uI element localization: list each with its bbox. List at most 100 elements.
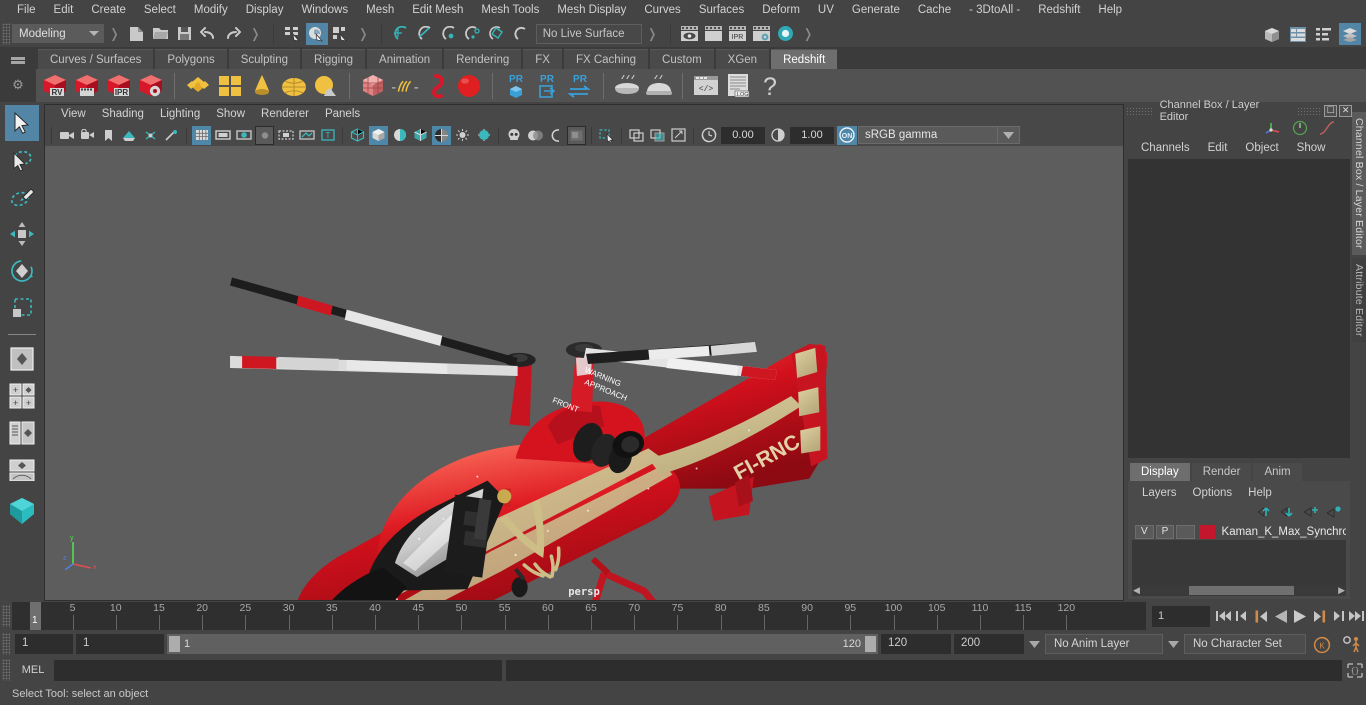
redshift-light-cone-icon[interactable] (247, 71, 277, 101)
redshift-bake-1-icon[interactable] (612, 71, 642, 101)
select-by-hierarchy-icon[interactable] (282, 23, 304, 45)
menu-surfaces[interactable]: Surfaces (690, 0, 753, 20)
redshift-hair-icon[interactable] (390, 71, 420, 101)
color-transform-field[interactable]: sRGB gamma (858, 126, 998, 144)
camera-attributes-icon[interactable] (78, 126, 97, 145)
textured-icon[interactable] (432, 125, 451, 145)
redshift-bake-2-icon[interactable] (644, 71, 674, 101)
snap-to-point-icon[interactable] (438, 23, 460, 45)
snap-to-curve-icon[interactable] (414, 23, 436, 45)
display-layer-list[interactable]: V P Kaman_K_Max_Synchro (1132, 523, 1346, 585)
script-editor-icon[interactable]: {} (1344, 660, 1366, 681)
menu-curves[interactable]: Curves (635, 0, 689, 20)
shelf-tab-curves-surfaces[interactable]: Curves / Surfaces (38, 49, 154, 69)
new-scene-icon[interactable] (126, 23, 148, 45)
redshift-sphere-icon[interactable] (454, 71, 484, 101)
time-slider-grip[interactable] (2, 605, 10, 627)
display-layer-row[interactable]: V P Kaman_K_Max_Synchro (1132, 523, 1346, 540)
render-current-frame-icon[interactable] (703, 23, 725, 45)
viewport-menu-show[interactable]: Show (208, 105, 253, 124)
viewport-menu-view[interactable]: View (53, 105, 94, 124)
exposure-icon[interactable] (699, 126, 718, 145)
render-settings-icon[interactable] (751, 23, 773, 45)
redshift-script-editor-icon[interactable]: </> (691, 71, 721, 101)
color-management-icon[interactable]: ON (837, 125, 857, 145)
shelf-tab-rigging[interactable]: Rigging (302, 49, 366, 69)
redshift-proxy-icon[interactable] (358, 71, 388, 101)
undo-icon[interactable] (198, 23, 220, 45)
menu-file[interactable]: File (8, 0, 45, 20)
toggle-icon[interactable] (775, 23, 797, 45)
menu-uv[interactable]: UV (809, 0, 843, 20)
bookmark-icon[interactable] (99, 126, 118, 145)
menu-help[interactable]: Help (1089, 0, 1131, 20)
shelf-tab-sculpting[interactable]: Sculpting (228, 49, 301, 69)
camera-icon[interactable] (57, 126, 76, 145)
redshift-render-view-icon[interactable]: RV (40, 71, 70, 101)
play-forwards-icon[interactable] (1291, 607, 1308, 625)
menu-modify[interactable]: Modify (185, 0, 237, 20)
menu-cache[interactable]: Cache (909, 0, 960, 20)
menu-3dtoall[interactable]: - 3DtoAll - (960, 0, 1029, 20)
viewport-menu-shading[interactable]: Shading (94, 105, 152, 124)
redshift-volume-icon[interactable] (422, 71, 452, 101)
menu-edit-mesh[interactable]: Edit Mesh (403, 0, 472, 20)
range-end-field[interactable]: 120 (881, 634, 951, 654)
save-scene-icon[interactable] (174, 23, 196, 45)
command-line-grip[interactable] (2, 659, 10, 681)
status-collapse-1[interactable]: ❭ (104, 26, 125, 42)
occlusion-icon[interactable] (567, 125, 586, 145)
smooth-shade-icon[interactable] (369, 125, 388, 145)
redshift-ipr-icon[interactable]: IPR (104, 71, 134, 101)
gate-mask-icon[interactable] (255, 125, 274, 145)
layer-visibility-toggle[interactable]: V (1135, 524, 1154, 539)
step-forward-frame-icon[interactable] (1329, 607, 1346, 625)
range-start-field[interactable]: 1 (76, 634, 164, 654)
camera-sequencer-icon[interactable] (669, 126, 688, 145)
move-layer-down-icon[interactable] (1281, 506, 1296, 518)
menu-set-selector[interactable]: Modeling (12, 24, 104, 43)
redshift-log-icon[interactable]: .LOG (723, 71, 753, 101)
grid-icon[interactable] (192, 125, 211, 145)
command-input[interactable] (54, 659, 502, 681)
paint-select-tool[interactable] (5, 179, 39, 215)
panel-grip-left[interactable] (1126, 106, 1152, 115)
anim-end-field[interactable]: 200 (954, 634, 1024, 654)
layer-list-scrollbar[interactable]: ◀ ▶ (1132, 585, 1346, 596)
side-tab-channel-box[interactable]: Channel Box / Layer Editor (1352, 112, 1366, 255)
snap-to-grid-icon[interactable] (390, 23, 412, 45)
redshift-physical-sun-icon[interactable] (311, 71, 341, 101)
single-perspective-layout[interactable] (5, 341, 39, 377)
side-tab-attribute-editor[interactable]: Attribute Editor (1352, 257, 1366, 343)
layer-tab-display[interactable]: Display (1130, 463, 1190, 481)
move-layer-up-icon[interactable] (1258, 506, 1273, 518)
layer-tab-render[interactable]: Render (1191, 463, 1252, 481)
previous-key-icon[interactable] (1253, 607, 1270, 625)
layer-playback-toggle[interactable]: P (1155, 524, 1175, 539)
shaded-wireframe-icon[interactable] (411, 126, 430, 145)
xray-active-icon[interactable] (546, 126, 565, 145)
shelf-tab-rendering[interactable]: Rendering (444, 49, 522, 69)
command-language-label[interactable]: MEL (12, 664, 54, 676)
snap-to-projected-center-icon[interactable] (462, 23, 484, 45)
menu-deform[interactable]: Deform (753, 0, 809, 20)
anim-layer-dropdown-icon[interactable] (1027, 634, 1042, 654)
menu-edit[interactable]: Edit (45, 0, 83, 20)
redshift-material-blender-icon[interactable] (215, 71, 245, 101)
curve-icon[interactable] (1318, 120, 1336, 136)
shadows-icon[interactable] (162, 126, 181, 145)
layer-menu-options[interactable]: Options (1185, 487, 1241, 499)
animation-preferences-icon[interactable] (1339, 633, 1365, 655)
character-set-field[interactable]: No Character Set (1184, 634, 1306, 654)
layer-menu-help[interactable]: Help (1240, 487, 1280, 499)
default-light-icon[interactable] (474, 126, 493, 145)
play-backwards-icon[interactable] (1272, 607, 1289, 625)
shelf-tab-fx[interactable]: FX (523, 49, 562, 69)
status-line-grip[interactable] (2, 22, 10, 45)
modeling-toolkit-icon[interactable] (1261, 23, 1283, 45)
xray-joints-icon[interactable] (525, 126, 544, 145)
new-layer-icon[interactable] (1304, 506, 1319, 518)
anim-layer-field[interactable]: No Anim Layer (1045, 634, 1163, 654)
status-collapse-5[interactable]: ❭ (798, 26, 819, 42)
redshift-help-icon[interactable]: ? (755, 71, 785, 101)
